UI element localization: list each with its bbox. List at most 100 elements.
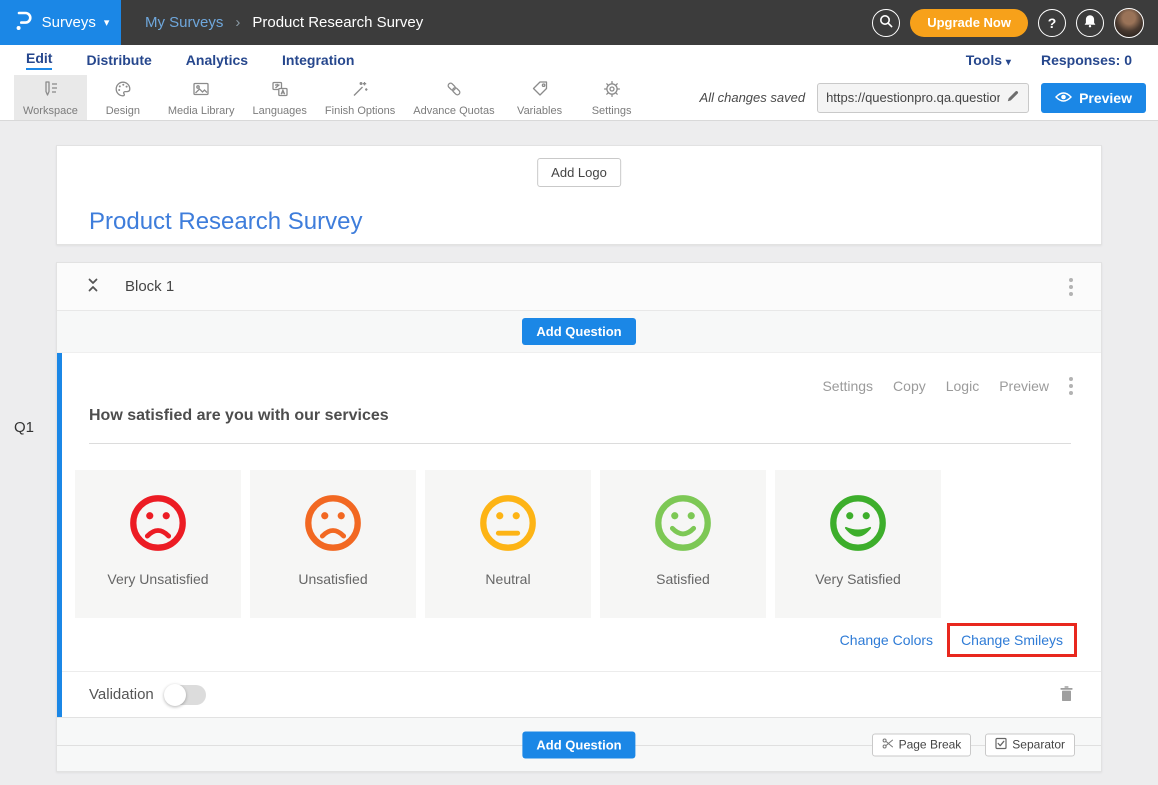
- breadcrumb-my-surveys[interactable]: My Surveys: [145, 14, 223, 31]
- page-break-button[interactable]: Page Break: [872, 733, 972, 756]
- option-satisfied[interactable]: Satisfied: [600, 470, 766, 618]
- tool-settings[interactable]: Settings: [576, 75, 648, 120]
- tool-label: Finish Options: [325, 105, 395, 117]
- tab-distribute[interactable]: Distribute: [86, 52, 151, 68]
- question-actions: Settings Copy Logic Preview: [62, 353, 1101, 395]
- chevron-down-icon: ▾: [104, 16, 110, 29]
- translate-icon: [270, 79, 290, 102]
- survey-url-input[interactable]: [826, 90, 1000, 105]
- responses-count[interactable]: Responses: 0: [1041, 52, 1132, 68]
- validation-label: Validation: [89, 686, 154, 703]
- search-icon: [879, 14, 893, 31]
- smiley-options: Very Unsatisfied Unsatisfied Neutral Sat…: [75, 470, 1101, 618]
- search-button[interactable]: [872, 9, 900, 37]
- notifications-button[interactable]: [1076, 9, 1104, 37]
- option-unsatisfied[interactable]: Unsatisfied: [250, 470, 416, 618]
- save-status: All changes saved: [700, 90, 806, 105]
- breadcrumb-current: Product Research Survey: [252, 14, 423, 31]
- tag-icon: [530, 79, 550, 102]
- navbar-actions: Upgrade Now ?: [872, 8, 1144, 38]
- breadcrumb-separator-icon: ›: [235, 14, 240, 31]
- tool-variables[interactable]: Variables: [504, 75, 576, 120]
- image-icon: [191, 79, 211, 102]
- checkbox-icon: [995, 737, 1007, 752]
- tool-languages[interactable]: Languages: [243, 75, 315, 120]
- block-header: Block 1: [57, 263, 1101, 311]
- product-menu[interactable]: Surveys ▾: [0, 0, 121, 45]
- survey-tabbar: Edit Distribute Analytics Integration To…: [0, 45, 1158, 75]
- preview-button[interactable]: Preview: [1041, 83, 1146, 113]
- tool-label: Design: [106, 105, 140, 117]
- collapse-block-button[interactable]: [85, 277, 101, 296]
- question-settings-link[interactable]: Settings: [822, 378, 873, 394]
- gear-icon: [602, 79, 622, 102]
- chain-icon: [444, 79, 464, 102]
- add-question-button-bottom[interactable]: Add Question: [522, 731, 635, 758]
- separator-label: Separator: [1012, 738, 1065, 752]
- tool-label: Languages: [252, 105, 306, 117]
- help-button[interactable]: ?: [1038, 9, 1066, 37]
- option-very-satisfied[interactable]: Very Satisfied: [775, 470, 941, 618]
- question-logic-link[interactable]: Logic: [946, 378, 979, 394]
- top-navbar: Surveys ▾ My Surveys › Product Research …: [0, 0, 1158, 45]
- workspace-icon: [40, 79, 60, 102]
- trash-icon: [1059, 685, 1074, 705]
- option-neutral[interactable]: Neutral: [425, 470, 591, 618]
- tool-media-library[interactable]: Media Library: [159, 75, 244, 120]
- validation-toggle[interactable]: [166, 685, 206, 705]
- eye-icon: [1055, 90, 1072, 106]
- separator-button[interactable]: Separator: [985, 733, 1075, 756]
- preview-label: Preview: [1079, 90, 1132, 106]
- change-smileys-link[interactable]: Change Smileys: [961, 632, 1063, 648]
- add-question-row-bottom: Add Question Page Break Separator: [57, 717, 1101, 771]
- question-menu-button[interactable]: [1069, 377, 1073, 395]
- question-copy-link[interactable]: Copy: [893, 378, 926, 394]
- question-card: Settings Copy Logic Preview How satisfie…: [57, 353, 1101, 717]
- edit-url-button[interactable]: [1006, 89, 1020, 106]
- add-question-button-top[interactable]: Add Question: [522, 318, 635, 345]
- survey-header-card: Add Logo Product Research Survey: [56, 145, 1102, 245]
- tools-label: Tools: [966, 52, 1002, 68]
- tool-advance-quotas[interactable]: Advance Quotas: [404, 75, 503, 120]
- tool-design[interactable]: Design: [87, 75, 159, 120]
- kebab-menu-icon: [1069, 278, 1073, 282]
- tab-analytics[interactable]: Analytics: [186, 52, 248, 68]
- annotation-highlight-box: Change Smileys: [947, 623, 1077, 657]
- block-card: Block 1 Add Question Settings Copy Logic…: [56, 262, 1102, 772]
- question-preview-link[interactable]: Preview: [999, 378, 1049, 394]
- upgrade-now-button[interactable]: Upgrade Now: [910, 9, 1028, 37]
- tab-edit[interactable]: Edit: [26, 50, 52, 70]
- grin-face-icon: [827, 492, 889, 554]
- add-logo-button[interactable]: Add Logo: [537, 158, 621, 187]
- question-number-label: Q1: [14, 419, 34, 436]
- tool-workspace[interactable]: Workspace: [14, 75, 87, 120]
- chevron-down-icon: ▾: [1006, 57, 1011, 68]
- tab-integration[interactable]: Integration: [282, 52, 354, 68]
- survey-title[interactable]: Product Research Survey: [89, 208, 362, 236]
- tabbar-right: Tools ▾ Responses: 0: [966, 52, 1132, 68]
- questionpro-survey-editor: Surveys ▾ My Surveys › Product Research …: [0, 0, 1158, 785]
- neutral-face-icon: [477, 492, 539, 554]
- tool-label: Settings: [592, 105, 632, 117]
- toggle-knob: [164, 684, 186, 706]
- kebab-menu-icon: [1069, 377, 1073, 381]
- change-colors-link[interactable]: Change Colors: [840, 632, 933, 648]
- delete-question-button[interactable]: [1059, 685, 1074, 705]
- product-menu-label: Surveys: [42, 14, 96, 31]
- block-menu-button[interactable]: [1069, 278, 1073, 296]
- frown-face-icon: [302, 492, 364, 554]
- option-label: Neutral: [485, 571, 530, 587]
- palette-icon: [113, 79, 133, 102]
- option-very-unsatisfied[interactable]: Very Unsatisfied: [75, 470, 241, 618]
- scissors-icon: [882, 737, 894, 752]
- tool-finish-options[interactable]: Finish Options: [316, 75, 404, 120]
- question-title[interactable]: How satisfied are you with our services: [89, 407, 1071, 444]
- tools-menu[interactable]: Tools ▾: [966, 52, 1011, 68]
- block-title[interactable]: Block 1: [125, 278, 174, 295]
- tool-label: Variables: [517, 105, 562, 117]
- option-label: Very Satisfied: [815, 571, 901, 587]
- option-label: Unsatisfied: [298, 571, 367, 587]
- user-avatar[interactable]: [1114, 8, 1144, 38]
- validation-row: Validation: [62, 671, 1101, 717]
- insert-controls: Page Break Separator: [872, 733, 1075, 756]
